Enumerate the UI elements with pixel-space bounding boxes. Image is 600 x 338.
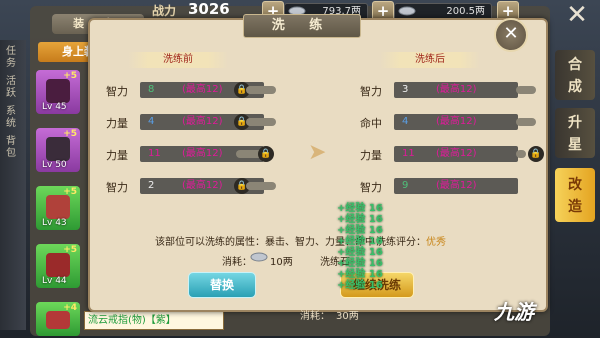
stat-max: (最高12) [436,84,477,95]
lock-toggle[interactable] [246,182,276,190]
tab-reform[interactable]: 改造 [555,168,595,222]
stat-label: 智力 [106,181,128,194]
stat-max: (最高12) [436,180,477,191]
close-icon[interactable]: ✕ [494,18,528,52]
floating-exp-popups: +经验 16 +经验 16 +经验 16 +经验 16 +经验 16 +经验 1… [337,203,401,291]
silver-icon [398,6,416,16]
left-strip-item[interactable]: 系统 [6,106,20,130]
tab-label: 升星 [568,115,582,153]
enhance-level: +5 [63,129,77,139]
combat-power-label: 战力 [152,4,177,18]
refine-score-value: 优秀 [426,237,446,248]
dialog-title: 洗 练 [243,14,361,38]
tab-synthesize[interactable]: 合成 [555,50,595,100]
equipment-slot[interactable]: +5 Lv 43 [36,186,80,230]
helmet-icon [46,195,70,219]
floating-exp-text: +经验 16 [337,247,383,258]
gloves-icon [46,253,70,277]
enhance-level: +5 [63,245,77,255]
close-icon[interactable]: ✕ [560,2,594,30]
left-strip-item[interactable]: 背包 [6,136,20,160]
tab-upgrade-star[interactable]: 升星 [555,108,595,158]
lock-toggle[interactable] [246,118,276,126]
stat-label: 力量 [106,117,128,130]
item-level: Lv 44 [42,276,67,286]
combat-power-value: 3026 [188,0,230,18]
stat-label: 智力 [106,85,128,98]
left-strip-item[interactable]: 任务 [6,46,20,70]
enhance-level: +5 [63,187,77,197]
stat-max: (最高12) [182,116,223,127]
stat-value: 4 [148,116,155,127]
replace-button[interactable]: 替换 [188,272,256,298]
robe-icon [46,79,70,103]
arrow-right-icon: ➤ [308,140,327,165]
before-header: 洗练前 [128,52,228,68]
after-header: 洗练后 [380,52,480,68]
floating-exp-text: +经验 16 [337,258,383,269]
floating-exp-text: +经验 16 [337,280,383,291]
stat-label: 力量 [106,149,128,162]
stat-max: (最高12) [436,116,477,127]
lock-icon[interactable]: 🔒 [528,146,544,162]
floating-exp-text: +经验 16 [337,269,383,280]
lock-toggle[interactable] [246,86,276,94]
floating-exp-text: +经验 16 [337,236,383,247]
tab-label: 改造 [568,177,582,215]
left-menu-strip: 任务 活跃 系统 背包 [0,40,26,330]
stat-label: 智力 [360,85,382,98]
stat-value: 4 [402,116,409,127]
stat-max: (最高12) [182,180,223,191]
stat-value-box: 4 (最高12) [394,114,518,130]
enhance-level: +4 [63,303,77,313]
floating-exp-text: +经验 16 [337,225,383,236]
armor-icon [46,137,70,161]
stat-value: 3 [402,84,409,95]
stat-max: (最高12) [436,148,477,159]
stat-value: 11 [402,148,415,159]
stat-max: (最高12) [182,84,223,95]
lock-toggle[interactable] [516,118,536,126]
cost-label: 消耗： [222,257,252,268]
equipment-slot[interactable]: +5 Lv 44 [36,244,80,288]
cost-label: 消耗： [300,311,330,322]
cost-value: 10两 [270,257,293,268]
stat-label: 命中 [360,117,382,130]
item-level: Lv 50 [42,160,67,170]
cost-value: 30两 [336,311,359,322]
silver-icon [250,252,268,262]
watermark-logo: 九游 [494,300,534,324]
stat-value-box: 3 (最高12) [394,82,518,98]
item-level: Lv 45 [42,102,67,112]
equipment-slot[interactable]: +5 Lv 50 [36,128,80,172]
lock-toggle[interactable] [516,150,526,158]
stat-value: 11 [148,148,161,159]
ring-icon [46,311,70,329]
floating-exp-text: +经验 16 [337,214,383,225]
stat-value-box: 11 (最高12) [394,146,518,162]
lock-icon[interactable]: 🔒 [258,146,274,162]
selected-item-name: 流云戒指(物)【紫】 [84,311,224,330]
stat-value: 9 [402,180,409,191]
tab-label: 合成 [568,57,582,95]
stat-value: 2 [148,180,155,191]
equipment-slot[interactable]: +4 [36,302,80,336]
stat-value: 8 [148,84,155,95]
stat-label: 智力 [360,181,382,194]
equipment-slot[interactable]: +5 Lv 45 [36,70,80,114]
stat-label: 力量 [360,149,382,162]
enhance-level: +5 [63,71,77,81]
floating-exp-text: +经验 16 [337,203,383,214]
stat-max: (最高12) [182,148,223,159]
lock-toggle[interactable] [516,86,536,94]
item-level: Lv 43 [42,218,67,228]
left-strip-item[interactable]: 活跃 [6,76,20,100]
stat-value-box: 9 (最高12) [394,178,518,194]
